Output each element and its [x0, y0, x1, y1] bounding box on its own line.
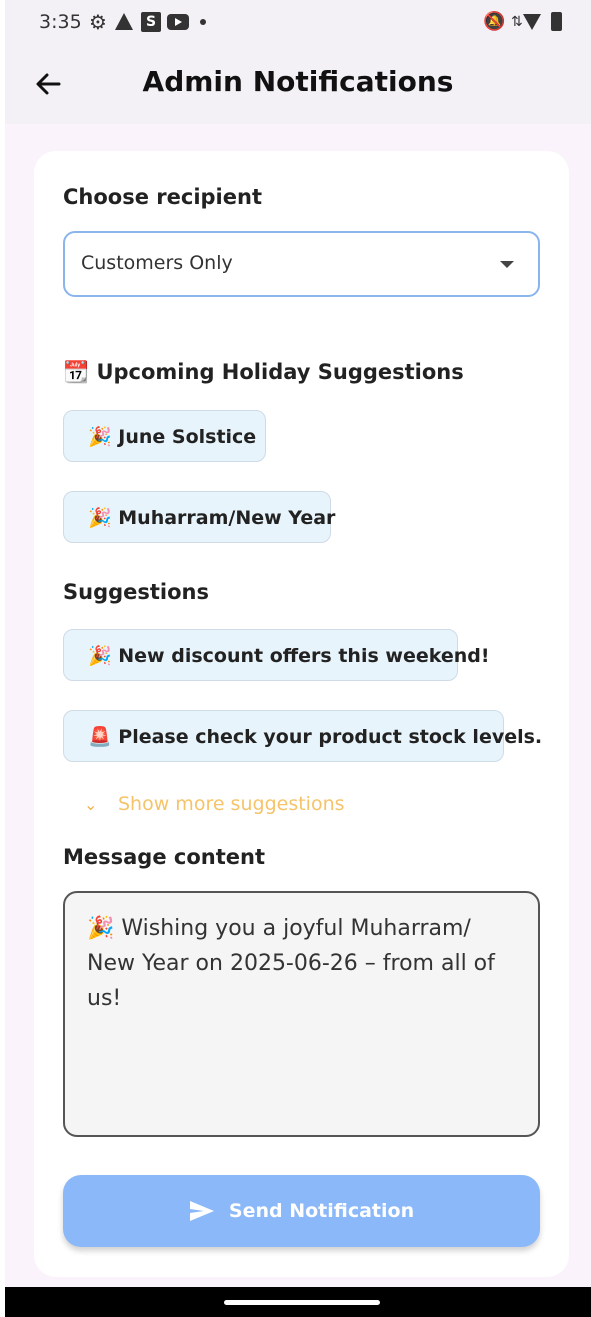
send-label: Send Notification [228, 1200, 415, 1222]
send-icon [189, 1201, 214, 1221]
page-title: Admin Notifications [142, 65, 454, 98]
s-app-icon: S [141, 12, 161, 32]
gear-icon: ⚙ [89, 10, 107, 34]
chip-label: 🎉 Muharram/New Year [88, 506, 336, 529]
bell-off-icon: 🔕 [483, 11, 506, 32]
chip-label: 🎉 June Solstice [88, 425, 257, 448]
status-bar: 3:35 ⚙ S 🔕 ⇅ [5, 0, 591, 46]
message-text: 🎉 Wishing you a joyful Muharram/ New Yea… [87, 916, 495, 1011]
warning-icon [115, 13, 133, 30]
home-indicator[interactable] [224, 1300, 380, 1305]
chevron-down-icon: ⌄ [84, 794, 98, 814]
battery-icon [551, 12, 562, 31]
screen: 3:35 ⚙ S 🔕 ⇅ Admin Notifications Choose … [5, 0, 591, 1317]
form-card: Choose recipient Customers Only 📆 Upcomi… [34, 151, 569, 1277]
navigation-bar [5, 1287, 591, 1317]
youtube-icon [167, 14, 189, 30]
suggestion-chip-discount[interactable]: 🎉 New discount offers this weekend! [63, 629, 490, 681]
suggestion-chip-stock[interactable]: 🚨 Please check your product stock levels… [63, 710, 542, 762]
show-more-label: Show more suggestions [118, 793, 345, 815]
caret-down-icon [500, 261, 514, 268]
wifi-icon [523, 14, 541, 30]
message-input[interactable]: 🎉 Wishing you a joyful Muharram/ New Yea… [63, 891, 540, 1137]
send-notification-button[interactable]: Send Notification [63, 1175, 540, 1247]
chip-label: 🎉 New discount offers this weekend! [88, 644, 490, 667]
app-bar: Admin Notifications [5, 46, 591, 124]
status-time: 3:35 [39, 11, 82, 33]
holiday-heading: 📆 Upcoming Holiday Suggestions [63, 360, 464, 384]
suggestions-heading: Suggestions [63, 580, 209, 604]
recipient-value: Customers Only [81, 252, 233, 274]
recipient-label: Choose recipient [63, 185, 262, 209]
message-label: Message content [63, 845, 265, 869]
recipient-dropdown[interactable]: Customers Only [63, 231, 540, 297]
holiday-chip-muharram[interactable]: 🎉 Muharram/New Year [63, 491, 335, 543]
show-more-button[interactable]: ⌄ Show more suggestions [84, 793, 345, 815]
network-icon: ⇅ [511, 14, 523, 30]
holiday-chip-june-solstice[interactable]: 🎉 June Solstice [63, 410, 266, 462]
chip-label: 🚨 Please check your product stock levels… [88, 725, 543, 748]
dot-icon [200, 19, 206, 25]
